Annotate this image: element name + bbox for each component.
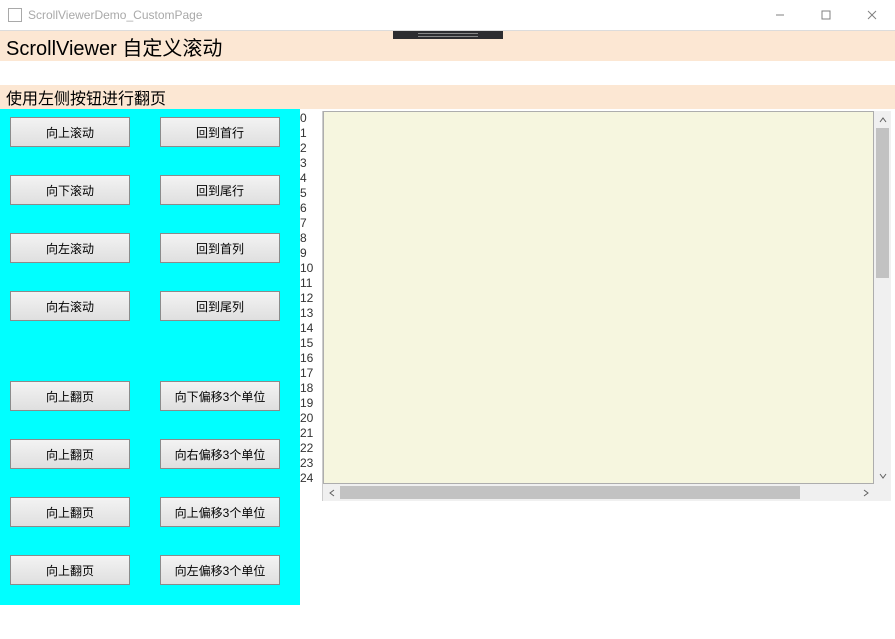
row-number: 14 xyxy=(300,321,322,336)
go-first-row-button[interactable]: 回到首行 xyxy=(160,117,280,147)
row-number: 11 xyxy=(300,276,322,291)
vertical-scrollbar[interactable] xyxy=(874,111,891,484)
scrollviewer xyxy=(322,111,891,501)
scroll-right-button[interactable]: 向右滚动 xyxy=(10,291,130,321)
row-number: 8 xyxy=(300,231,322,246)
go-first-col-button[interactable]: 回到首列 xyxy=(160,233,280,263)
row-number: 23 xyxy=(300,456,322,471)
row-numbers: 0123456789101112131415161718192021222324 xyxy=(300,111,322,501)
row-number: 7 xyxy=(300,216,322,231)
row-number: 13 xyxy=(300,306,322,321)
app-icon xyxy=(8,8,22,22)
page-up-button-3[interactable]: 向上翻页 xyxy=(10,497,130,527)
close-button[interactable] xyxy=(849,0,895,30)
vscroll-thumb[interactable] xyxy=(876,128,889,278)
hscroll-track[interactable] xyxy=(340,484,857,501)
row-number: 24 xyxy=(300,471,322,486)
row-number: 9 xyxy=(300,246,322,261)
row-number: 16 xyxy=(300,351,322,366)
row-number: 5 xyxy=(300,186,322,201)
go-last-col-button[interactable]: 回到尾列 xyxy=(160,291,280,321)
horizontal-scrollbar[interactable] xyxy=(323,484,874,501)
page-up-button-2[interactable]: 向上翻页 xyxy=(10,439,130,469)
vscroll-track[interactable] xyxy=(874,128,891,467)
offset-left-3-button[interactable]: 向左偏移3个单位 xyxy=(160,555,280,585)
row-number: 0 xyxy=(300,111,322,126)
main-area: 向上滚动 回到首行 向下滚动 回到尾行 向左滚动 回到首列 向右滚动 回到尾列 … xyxy=(0,109,895,605)
scroll-right-arrow-icon[interactable] xyxy=(857,484,874,501)
row-number: 4 xyxy=(300,171,322,186)
scroll-up-arrow-icon[interactable] xyxy=(874,111,891,128)
row-number: 20 xyxy=(300,411,322,426)
scroll-left-arrow-icon[interactable] xyxy=(323,484,340,501)
right-area: 0123456789101112131415161718192021222324 xyxy=(300,109,895,501)
row-number: 10 xyxy=(300,261,322,276)
button-panel: 向上滚动 回到首行 向下滚动 回到尾行 向左滚动 回到首列 向右滚动 回到尾列 … xyxy=(0,109,300,605)
button-grid: 向上滚动 回到首行 向下滚动 回到尾行 向左滚动 回到首列 向右滚动 回到尾列 … xyxy=(10,117,290,585)
row-number: 18 xyxy=(300,381,322,396)
page-subtitle: 使用左侧按钮进行翻页 xyxy=(0,85,895,109)
minimize-button[interactable] xyxy=(757,0,803,30)
scroll-content xyxy=(323,111,874,484)
maximize-button[interactable] xyxy=(803,0,849,30)
scroll-corner xyxy=(874,484,891,501)
row-number: 1 xyxy=(300,126,322,141)
debug-grip[interactable] xyxy=(393,31,503,39)
row-number: 15 xyxy=(300,336,322,351)
window-title: ScrollViewerDemo_CustomPage xyxy=(28,8,203,22)
window-controls xyxy=(757,0,895,30)
offset-right-3-button[interactable]: 向右偏移3个单位 xyxy=(160,439,280,469)
page-up-button-4[interactable]: 向上翻页 xyxy=(10,555,130,585)
row-number: 12 xyxy=(300,291,322,306)
row-number: 22 xyxy=(300,441,322,456)
row-number: 19 xyxy=(300,396,322,411)
page-subtitle-text: 使用左侧按钮进行翻页 xyxy=(6,85,166,109)
scroll-down-button[interactable]: 向下滚动 xyxy=(10,175,130,205)
scroll-up-button[interactable]: 向上滚动 xyxy=(10,117,130,147)
scroll-left-button[interactable]: 向左滚动 xyxy=(10,233,130,263)
row-number: 3 xyxy=(300,156,322,171)
group-gap xyxy=(10,349,280,353)
hscroll-thumb[interactable] xyxy=(340,486,800,499)
row-number: 2 xyxy=(300,141,322,156)
offset-down-3-button[interactable]: 向下偏移3个单位 xyxy=(160,381,280,411)
page-title-text: ScrollViewer 自定义滚动 xyxy=(6,32,222,61)
page-up-button-1[interactable]: 向上翻页 xyxy=(10,381,130,411)
spacer xyxy=(0,61,895,85)
row-number: 21 xyxy=(300,426,322,441)
scroll-down-arrow-icon[interactable] xyxy=(874,467,891,484)
go-last-row-button[interactable]: 回到尾行 xyxy=(160,175,280,205)
row-number: 6 xyxy=(300,201,322,216)
offset-up-3-button[interactable]: 向上偏移3个单位 xyxy=(160,497,280,527)
row-number: 17 xyxy=(300,366,322,381)
window-titlebar: ScrollViewerDemo_CustomPage xyxy=(0,0,895,31)
